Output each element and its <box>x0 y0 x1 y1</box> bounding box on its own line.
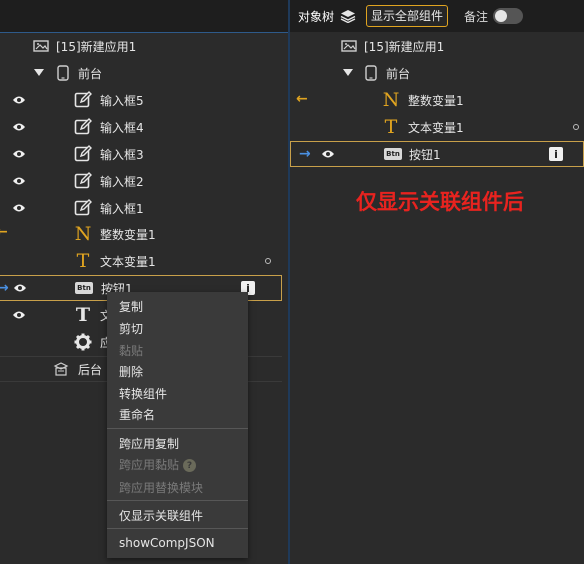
eye-icon[interactable] <box>12 308 26 322</box>
eye-icon[interactable] <box>12 147 26 161</box>
object-tree-title: 对象树 <box>298 9 335 24</box>
info-icon[interactable]: i <box>549 147 563 161</box>
edit-icon <box>74 91 92 109</box>
tree-app-label: [15]新建应用1 <box>364 39 445 54</box>
integer-variable-icon: N <box>382 89 400 111</box>
arrow-right-icon: → <box>299 146 311 162</box>
edit-icon <box>74 118 92 136</box>
help-icon: ? <box>183 459 197 472</box>
tree-row-frontend[interactable]: 前台 <box>290 60 584 86</box>
mobile-phone-icon <box>362 64 380 82</box>
eye-icon[interactable] <box>12 120 26 134</box>
gear-icon <box>74 333 92 351</box>
tree-int-var-label: 整数变量1 <box>408 93 464 108</box>
tree-row-input[interactable]: 输入框2 <box>0 168 288 194</box>
right-object-tree-panel: 对象树 显示全部组件 备注 [15]新建应用1 前台 ← N 整数变量1 T 文… <box>290 0 584 564</box>
note-toggle[interactable] <box>493 8 524 24</box>
tree-row-input[interactable]: 输入框3 <box>0 141 288 167</box>
eye-icon[interactable] <box>12 201 26 215</box>
text-variable-icon: T <box>76 250 90 272</box>
app-image-icon <box>340 37 358 55</box>
edit-icon <box>74 145 92 163</box>
menu-item-paste: 黏贴 <box>119 344 144 358</box>
menu-item-cross-app-copy[interactable]: 跨应用复制 <box>119 435 179 452</box>
tree-item-label: 输入框1 <box>100 201 144 216</box>
layers-icon[interactable] <box>340 9 356 23</box>
tree-item-label: 输入框2 <box>100 174 144 189</box>
menu-item-show-related[interactable]: 仅显示关联组件 <box>119 507 203 524</box>
status-dot-icon <box>265 258 271 264</box>
arrow-right-icon: → <box>0 280 9 296</box>
mobile-phone-icon <box>54 64 72 82</box>
app-root: [15]新建应用1 前台 输入框5 输入框4 输入框3 输入框2 输入框1 ← … <box>0 0 584 564</box>
menu-separator <box>107 528 248 529</box>
text-component-icon: T <box>75 304 91 326</box>
tree-row-input[interactable]: 输入框5 <box>0 87 288 113</box>
menu-item-cross-app-paste: 跨应用黏贴? <box>119 456 197 473</box>
eye-icon[interactable] <box>12 174 26 188</box>
tree-frontend-label: 前台 <box>386 66 411 81</box>
tree-row-frontend[interactable]: 前台 <box>0 60 288 86</box>
button-component-icon: Btn <box>75 279 93 297</box>
tree-item-label: 输入框5 <box>100 93 144 108</box>
tree-button-label: 按钮1 <box>409 147 441 162</box>
tree-row-input[interactable]: 输入框1 <box>0 195 288 221</box>
right-topbar: 对象树 显示全部组件 备注 <box>290 0 584 32</box>
menu-separator <box>107 500 248 501</box>
menu-item-delete[interactable]: 删除 <box>119 363 143 380</box>
tree-row-app[interactable]: [15]新建应用1 <box>0 33 288 59</box>
menu-item-cut[interactable]: 剪切 <box>119 320 143 337</box>
tree-frontend-label: 前台 <box>78 66 103 81</box>
annotation-text: 仅显示关联组件后 <box>356 190 524 214</box>
eye-icon[interactable] <box>13 281 27 295</box>
context-menu: 复制 剪切 黏贴 删除 转换组件 重命名 跨应用复制 跨应用黏贴? 跨应用替换模… <box>107 292 248 558</box>
menu-separator <box>107 428 248 429</box>
menu-item-show-comp-json[interactable]: showCompJSON <box>119 536 215 550</box>
tree-int-var-label: 整数变量1 <box>100 227 156 242</box>
tree-row-text-var[interactable]: T 文本变量1 <box>0 248 288 274</box>
tree-row-app[interactable]: [15]新建应用1 <box>290 33 584 59</box>
integer-variable-icon: N <box>74 223 92 245</box>
arrow-left-icon: ← <box>0 224 8 240</box>
edit-icon <box>74 172 92 190</box>
tree-text-var-label: 文本变量1 <box>100 254 156 269</box>
tree-backend-label: 后台 <box>78 362 103 377</box>
menu-item-rename[interactable]: 重命名 <box>119 406 155 423</box>
tree-row-text-var[interactable]: T 文本变量1 <box>290 114 584 140</box>
show-all-components-button[interactable]: 显示全部组件 <box>366 5 449 27</box>
server-icon <box>52 360 70 378</box>
note-label: 备注 <box>464 9 489 24</box>
tree-item-label: 输入框3 <box>100 147 144 162</box>
caret-down-icon[interactable] <box>32 64 46 82</box>
caret-down-icon[interactable] <box>341 64 355 82</box>
menu-item-copy[interactable]: 复制 <box>119 298 143 315</box>
tree-item-label: 输入框4 <box>100 120 144 135</box>
tree-row-button-selected[interactable]: → Btn 按钮1 i <box>290 141 584 167</box>
tree-row-int-var[interactable]: ← N 整数变量1 <box>0 221 288 247</box>
tree-text-var-label: 文本变量1 <box>408 120 464 135</box>
eye-icon[interactable] <box>321 147 335 161</box>
tree-row-input[interactable]: 输入框4 <box>0 114 288 140</box>
app-image-icon <box>32 37 50 55</box>
left-topbar <box>0 0 288 33</box>
left-object-tree-panel: [15]新建应用1 前台 输入框5 输入框4 输入框3 输入框2 输入框1 ← … <box>0 0 288 564</box>
menu-item-cross-app-replace: 跨应用替换模块 <box>119 481 204 495</box>
menu-item-convert[interactable]: 转换组件 <box>119 385 167 402</box>
status-dot-icon <box>573 124 579 130</box>
button-component-icon: Btn <box>384 145 402 163</box>
eye-icon[interactable] <box>12 93 26 107</box>
edit-icon <box>74 199 92 217</box>
text-variable-icon: T <box>384 116 398 138</box>
tree-row-int-var[interactable]: ← N 整数变量1 <box>290 87 584 113</box>
tree-app-label: [15]新建应用1 <box>56 39 137 54</box>
arrow-left-icon: ← <box>296 91 308 107</box>
